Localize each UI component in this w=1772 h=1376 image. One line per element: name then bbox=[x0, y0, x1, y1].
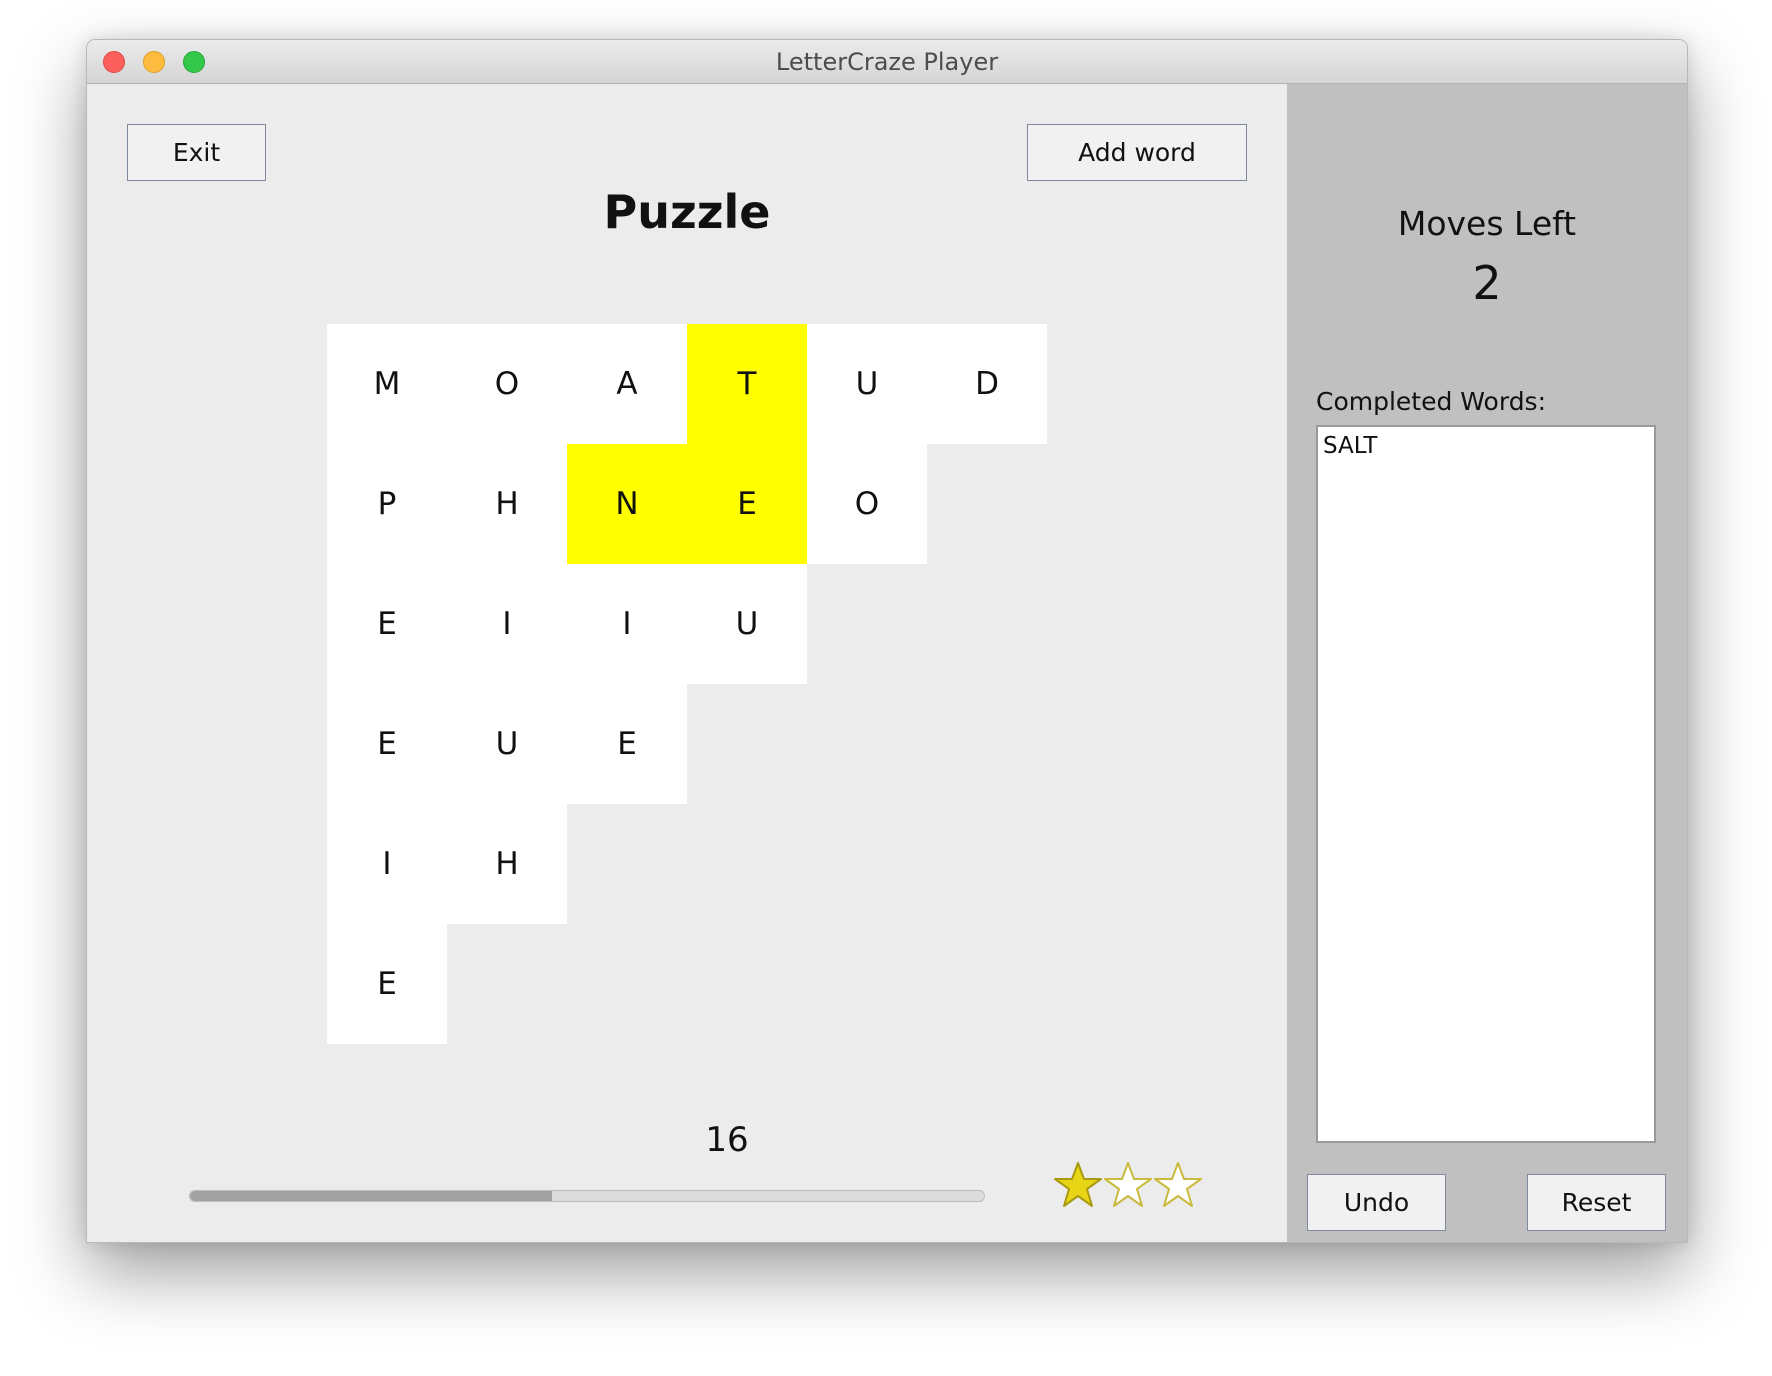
add-word-button[interactable]: Add word bbox=[1027, 124, 1247, 181]
moves-left-value: 2 bbox=[1472, 256, 1502, 310]
empty-star-icon bbox=[1154, 1162, 1202, 1207]
score-progress-fill bbox=[190, 1191, 553, 1201]
letter-tile[interactable]: E bbox=[327, 684, 447, 804]
exit-button[interactable]: Exit bbox=[127, 124, 266, 181]
letter-grid: MOATUDPHNEOEIIUEUEIHE bbox=[327, 324, 1047, 1044]
completed-words-label: Completed Words: bbox=[1316, 387, 1547, 416]
letter-tile[interactable]: E bbox=[327, 924, 447, 1044]
sidebar: Moves Left 2 Completed Words: SALT Undo … bbox=[1287, 84, 1687, 1242]
reset-button[interactable]: Reset bbox=[1527, 1174, 1666, 1231]
letter-tile[interactable]: A bbox=[567, 324, 687, 444]
score-progress-bar bbox=[189, 1190, 985, 1202]
puzzle-title: Puzzle bbox=[603, 185, 771, 239]
letter-tile[interactable]: U bbox=[447, 684, 567, 804]
empty-star-icon bbox=[1104, 1162, 1152, 1207]
letter-tile[interactable]: O bbox=[447, 324, 567, 444]
score-value: 16 bbox=[705, 1120, 749, 1160]
letter-tile[interactable]: O bbox=[807, 444, 927, 564]
letter-tile[interactable]: N bbox=[567, 444, 687, 564]
letter-tile[interactable]: E bbox=[327, 564, 447, 684]
star-rating bbox=[1053, 1160, 1223, 1214]
letter-tile[interactable]: E bbox=[687, 444, 807, 564]
completed-words-list[interactable]: SALT bbox=[1316, 425, 1656, 1143]
letter-tile[interactable]: M bbox=[327, 324, 447, 444]
letter-tile[interactable]: T bbox=[687, 324, 807, 444]
letter-tile[interactable]: I bbox=[327, 804, 447, 924]
letter-tile[interactable]: I bbox=[567, 564, 687, 684]
letter-tile[interactable]: H bbox=[447, 444, 567, 564]
letter-tile[interactable]: I bbox=[447, 564, 567, 684]
letter-tile[interactable]: E bbox=[567, 684, 687, 804]
app-window: LetterCraze Player Exit Add word Puzzle … bbox=[86, 39, 1688, 1243]
window-title: LetterCraze Player bbox=[775, 48, 999, 76]
letter-tile[interactable]: D bbox=[927, 324, 1047, 444]
letter-tile[interactable]: H bbox=[447, 804, 567, 924]
moves-left-label: Moves Left bbox=[1397, 204, 1577, 243]
filled-star-icon bbox=[1054, 1162, 1102, 1207]
title-bar: LetterCraze Player bbox=[87, 40, 1687, 84]
letter-tile[interactable]: U bbox=[687, 564, 807, 684]
completed-word-item[interactable]: SALT bbox=[1323, 431, 1649, 461]
letter-tile[interactable]: P bbox=[327, 444, 447, 564]
letter-tile[interactable]: U bbox=[807, 324, 927, 444]
undo-button[interactable]: Undo bbox=[1307, 1174, 1446, 1231]
